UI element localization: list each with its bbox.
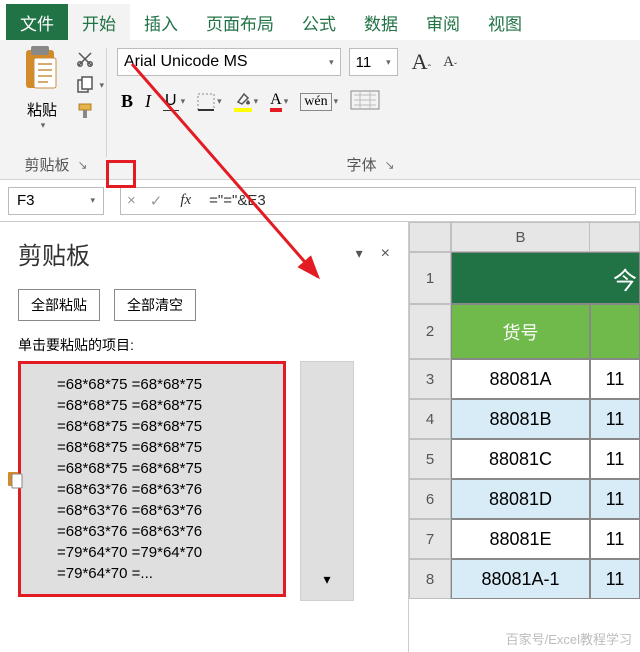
data-cell[interactable]: 88081C [451,439,590,479]
tab-view[interactable]: 视图 [474,4,536,40]
header-cell-partial[interactable] [590,304,640,359]
title-merged-cell[interactable]: 今 [451,252,640,304]
data-cell[interactable]: 88081D [451,479,590,519]
clip-line: =68*68*75 =68*68*75 [27,458,277,479]
row-header[interactable]: 5 [409,439,451,479]
data-cell[interactable]: 88081A-1 [451,559,590,599]
data-cell-partial[interactable]: 11 [590,399,640,439]
increase-font-button[interactable]: Aˆ [412,49,432,75]
clip-line: =68*63*76 =68*63*76 [27,521,277,542]
row-header[interactable]: 8 [409,559,451,599]
data-cell[interactable]: 88081B [451,399,590,439]
dropdown-icon: ▾ [323,571,330,588]
data-cell-partial[interactable]: 11 [590,359,640,399]
decrease-font-button[interactable]: Aˇ [443,54,457,71]
spreadsheet-grid: B 1 今 2 货号 388081A11488081B11588081C1168… [408,222,640,652]
clip-line: =68*68*75 =68*68*75 [27,416,277,437]
clip-line: =68*63*76 =68*63*76 [27,479,277,500]
watermark: 百家号/Excel教程学习 [506,629,632,648]
col-header-b[interactable]: B [451,222,590,252]
row-header[interactable]: 3 [409,359,451,399]
tab-review[interactable]: 审阅 [412,4,474,40]
row-header[interactable]: 4 [409,399,451,439]
row-header-2[interactable]: 2 [409,304,451,359]
data-cell[interactable]: 88081A [451,359,590,399]
clip-line: =68*63*76 =68*63*76 [27,500,277,521]
row-header[interactable]: 7 [409,519,451,559]
clip-line: =68*68*75 =68*68*75 [27,437,277,458]
data-cell-partial[interactable]: 11 [590,519,640,559]
clip-line: =79*64*70 =79*64*70 [27,542,277,563]
row-header-1[interactable]: 1 [409,252,451,304]
annotation-arrow [0,0,402,412]
data-cell-partial[interactable]: 11 [590,479,640,519]
clipboard-item-icon [6,469,24,492]
header-cell-b[interactable]: 货号 [451,304,590,359]
col-header-partial[interactable] [590,222,640,252]
row-header[interactable]: 6 [409,479,451,519]
corner-cell[interactable] [409,222,451,252]
data-cell-partial[interactable]: 11 [590,439,640,479]
clipboard-pane: 剪贴板 ▾ × 全部粘贴 全部清空 单击要粘贴的项目: =68*68*75 =6… [0,222,408,652]
data-cell[interactable]: 88081E [451,519,590,559]
workspace: 剪贴板 ▾ × 全部粘贴 全部清空 单击要粘贴的项目: =68*68*75 =6… [0,222,640,652]
data-cell-partial[interactable]: 11 [590,559,640,599]
clip-line: =79*64*70 =... [27,563,277,584]
